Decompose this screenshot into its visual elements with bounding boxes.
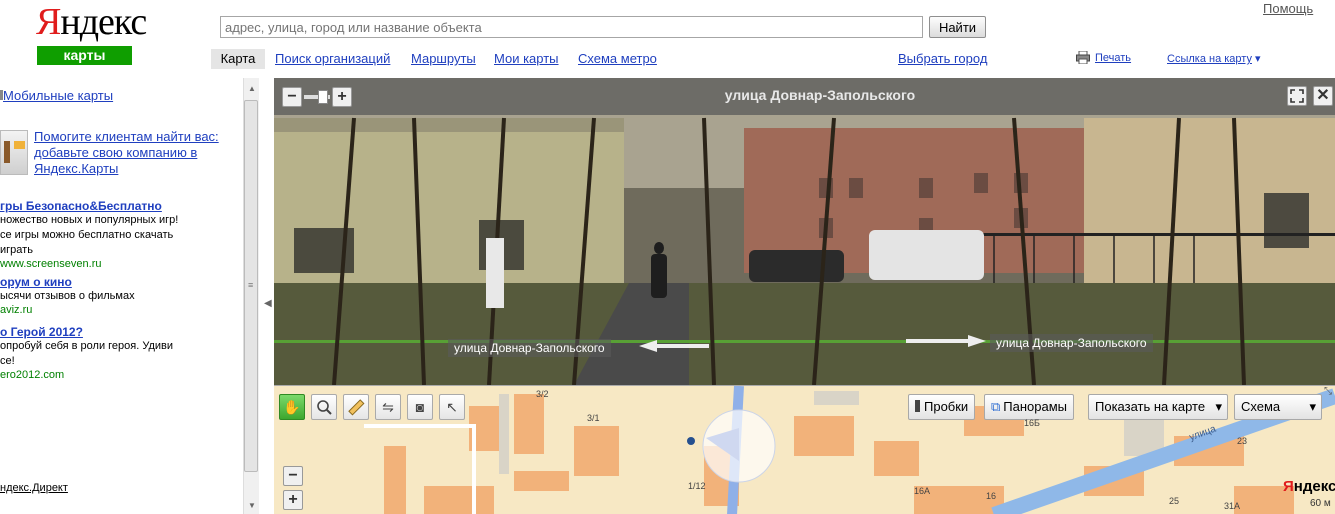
tab-routes[interactable]: Маршруты (411, 51, 476, 66)
envelope-icon (14, 141, 25, 149)
tab-my-maps[interactable]: Мои карты (494, 51, 559, 66)
house-number: 31А (1224, 501, 1241, 511)
chevron-down-icon[interactable]: ▾ (1255, 53, 1261, 65)
magnifier-tool-button[interactable] (311, 394, 337, 420)
resize-handle-icon[interactable]: ⤡ (1324, 386, 1332, 397)
house-number: 1/12 (688, 481, 706, 491)
tab-metro[interactable]: Схема метро (578, 51, 657, 66)
house-number: 16Б (1024, 418, 1040, 428)
house-number: 3/1 (587, 413, 600, 423)
show-on-map-label: Показать на карте (1095, 399, 1206, 414)
panorama-icon: ⧉ (991, 399, 1001, 414)
show-on-map-select[interactable]: Показать на карте ▾ (1088, 394, 1228, 420)
hand-icon: ✋ (283, 399, 301, 415)
ad-title[interactable]: о Герой 2012? (0, 325, 240, 339)
map-zoom-in-button[interactable]: + (283, 490, 303, 510)
search-button[interactable]: Найти (929, 16, 986, 38)
map-layer-label: Схема (1241, 399, 1281, 414)
street-label-right[interactable]: улица Довнар-Запольского (990, 334, 1153, 352)
yandex-direct-link[interactable]: ндекс.Директ (0, 482, 68, 494)
traffic-button[interactable]: Пробки (908, 394, 976, 420)
ad-block-1: гры Безопасно&Бесплатно ножество новых и… (0, 199, 240, 270)
arrow-left-icon[interactable] (639, 340, 709, 352)
ruler-tool-button[interactable] (343, 394, 369, 420)
hand-tool-button[interactable]: ✋ (279, 394, 305, 420)
select-tool-button[interactable]: ↖ (439, 394, 465, 420)
map-scale: 60 м (1310, 498, 1331, 509)
scroll-down-icon[interactable]: ▼ (248, 501, 256, 510)
ad-text: ножество новых и популярных игр! се игры… (0, 214, 179, 256)
route-icon: ⇋ (382, 399, 394, 415)
route-tool-button[interactable]: ⇋ (375, 394, 401, 420)
house-number: 16А (914, 486, 931, 496)
help-link[interactable]: Помощь (1263, 1, 1313, 16)
ad-title[interactable]: гры Безопасно&Бесплатно (0, 199, 240, 213)
logo-rest: ндекс (60, 1, 147, 43)
chevron-down-icon: ▾ (1215, 399, 1222, 414)
add-company-link[interactable]: Помогите клиентам найти вас: добавьте св… (34, 129, 224, 177)
map-view[interactable]: ✋ ⇋ ◙ ↖ Пробки ⧉ Панорамы Показать на кар… (274, 385, 1335, 514)
scroll-grip-icon: ≡ (248, 280, 254, 290)
panorama-tool-button[interactable]: ◙ (407, 394, 433, 420)
ad-block-3: о Герой 2012? опробуй себя в роли героя.… (0, 325, 240, 381)
printer-icon[interactable] (1076, 51, 1090, 64)
close-panorama-button[interactable]: ✕ (1313, 86, 1333, 106)
logo-first-letter: Я (36, 1, 61, 43)
chevron-down-icon: ▾ (1309, 399, 1316, 414)
ad-url[interactable]: www.screenseven.ru (0, 258, 240, 270)
maps-badge[interactable]: карты (37, 46, 132, 65)
ad-text: ысячи отзывов о фильмах (0, 290, 135, 302)
panorama-viewer[interactable]: − + улица Довнар-Запольского ✕ улица Дов… (274, 78, 1335, 385)
house-number: 16 (986, 491, 997, 501)
ad-block-2: орум о кино ысячи отзывов о фильмах aviz… (0, 275, 240, 316)
map-link-label[interactable]: Ссылка на карту (1167, 53, 1252, 65)
scroll-up-icon[interactable]: ▲ (248, 84, 256, 93)
house-number: 23 (1237, 436, 1248, 446)
ad-url[interactable]: ero2012.com (0, 369, 240, 381)
cursor-icon: ↖ (446, 399, 458, 415)
house-number: 25 (1169, 496, 1180, 506)
mobile-maps-link[interactable]: Мобильные карты (3, 88, 113, 103)
ruler-icon (348, 399, 365, 416)
choose-city-link[interactable]: Выбрать город (898, 51, 987, 66)
ad-text: опробуй себя в роли героя. Удиви се! (0, 340, 174, 367)
ad-title[interactable]: орум о кино (0, 275, 240, 289)
map-link[interactable]: Ссылка на карту ▾ (1167, 52, 1261, 65)
camera-icon: ◙ (415, 399, 425, 415)
promo-image (0, 130, 28, 175)
traffic-label: Пробки (924, 399, 969, 414)
arrow-right-icon[interactable] (906, 335, 986, 347)
yandex-watermark: Яндекс (1283, 478, 1335, 495)
collapse-sidebar-icon[interactable]: ◀ (264, 298, 272, 309)
fullscreen-button[interactable] (1287, 86, 1307, 106)
yandex-logo[interactable]: Яндекс (36, 0, 147, 44)
street-label-left[interactable]: улица Довнар-Запольского (448, 339, 611, 357)
search-input[interactable] (220, 16, 923, 38)
print-link[interactable]: Печать (1095, 52, 1131, 64)
expand-icon (1290, 89, 1304, 103)
panoramas-button[interactable]: ⧉ Панорамы (984, 394, 1075, 420)
sidebar: Мобильные карты Помогите клиентам найти … (0, 78, 260, 514)
map-zoom-out-button[interactable]: − (283, 466, 303, 486)
street-panorama-image[interactable] (274, 78, 1335, 385)
panorama-title: улица Довнар-Запольского (724, 87, 916, 103)
map-layer-select[interactable]: Схема ▾ (1234, 394, 1322, 420)
tab-map[interactable]: Карта (211, 49, 265, 69)
house-number: 3/2 (536, 389, 549, 399)
tab-org-search[interactable]: Поиск организаций (275, 51, 390, 66)
traffic-light-icon (915, 400, 920, 412)
header: Яндекс карты Найти Помощь Карта Поиск ор… (0, 0, 1335, 78)
panoramas-label: Панорамы (1003, 399, 1068, 414)
ad-url[interactable]: aviz.ru (0, 304, 240, 316)
magnifier-icon (317, 400, 332, 415)
